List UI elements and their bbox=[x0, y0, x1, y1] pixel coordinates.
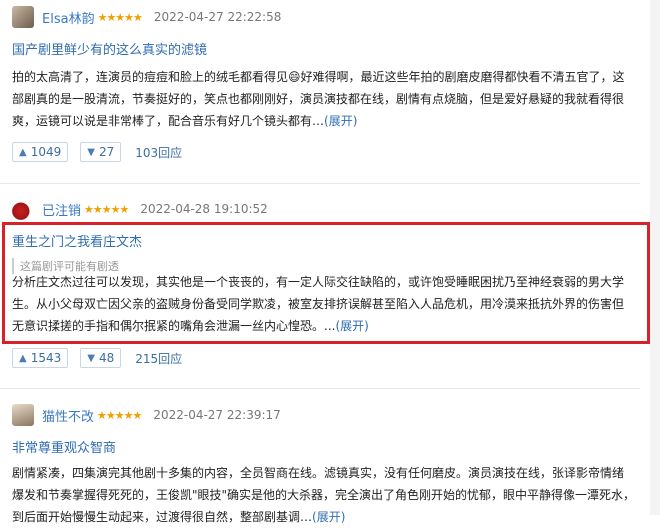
upvote-button[interactable]: ▲ 1049 bbox=[12, 142, 69, 162]
review-line: 部剧真的是一股清流，节奏挺好的，笑点也都刚刚好，演员演技都在线，剧情有点烧脑，但… bbox=[12, 92, 625, 106]
review-date: 2022-04-28 19:10:52 bbox=[140, 202, 268, 216]
username[interactable]: 已注销 bbox=[42, 200, 81, 219]
thumb-up-icon: ▲ bbox=[19, 352, 27, 364]
review-actions: ▲ 1049 ▼ 27 103回应 bbox=[12, 142, 182, 162]
review-line: 生。从小父母双亡因父亲的盗贼身份备受同学欺凌，被室友排挤误解甚至陷入人品危机，用… bbox=[12, 297, 625, 311]
review-line-last: 无意识揉搓的手指和偶尔抿紧的嘴角会泄漏一丝内心惶恐。...(展开) bbox=[12, 315, 637, 337]
review-line: 剧情紧凑，四集演完其他剧十多集的内容，全员智商在线。滤镜真实，没有任何磨皮。演员… bbox=[12, 466, 625, 480]
review-3-header: 猫性不改 ★★★★★ 2022-04-27 22:39:17 bbox=[12, 404, 281, 426]
thumb-up-icon: ▲ bbox=[19, 146, 27, 158]
avatar[interactable] bbox=[12, 6, 34, 28]
reply-link[interactable]: 103回应 bbox=[135, 144, 182, 161]
upvote-count: 1543 bbox=[30, 351, 62, 365]
review-body: 剧情紧凑，四集演完其他剧十多集的内容，全员智商在线。滤镜真实，没有任何磨皮。演员… bbox=[12, 462, 637, 528]
avatar[interactable] bbox=[12, 198, 34, 220]
rating-stars: ★★★★★ bbox=[84, 202, 129, 216]
username[interactable]: 猫性不改 bbox=[42, 406, 94, 425]
review-title[interactable]: 重生之门之我看庄文杰 bbox=[12, 231, 142, 250]
thumb-down-icon: ▼ bbox=[87, 352, 95, 364]
review-body: 拍的太高清了，连演员的痘痘和脸上的绒毛都看得见😄好难得啊，最近这些年拍的剧磨皮磨… bbox=[12, 66, 637, 132]
scrollbar[interactable] bbox=[650, 0, 660, 515]
review-title[interactable]: 非常尊重观众智商 bbox=[12, 437, 116, 456]
review-date: 2022-04-27 22:39:17 bbox=[153, 408, 281, 422]
rating-stars: ★★★★★ bbox=[97, 10, 143, 24]
review-line: 爆发和节奏掌握得死死的，王俊凯"眼技"确实是他的大杀器，完全演出了角色刚开始的忧… bbox=[12, 488, 636, 502]
upvote-button[interactable]: ▲ 1543 bbox=[12, 348, 69, 368]
divider bbox=[0, 388, 640, 389]
divider bbox=[0, 183, 640, 184]
review-1-header: Elsa林韵 ★★★★★ 2022-04-27 22:22:58 bbox=[12, 6, 281, 28]
expand-link[interactable]: (展开) bbox=[324, 114, 357, 128]
review-date: 2022-04-27 22:22:58 bbox=[153, 10, 282, 24]
avatar[interactable] bbox=[12, 404, 34, 426]
downvote-count: 27 bbox=[98, 145, 115, 159]
review-line: 拍的太高清了，连演员的痘痘和脸上的绒毛都看得见😄好难得啊，最近这些年拍的剧磨皮磨… bbox=[12, 70, 625, 84]
downvote-button[interactable]: ▼ 27 bbox=[80, 142, 122, 162]
review-body: 分析庄文杰过往可以发现，其实他是一个丧丧的，有一定人际交往缺陷的，或许饱受睡眠困… bbox=[12, 271, 637, 337]
downvote-count: 48 bbox=[98, 351, 115, 365]
review-line-last: 爽，运镜可以说是非常棒了，配合音乐有好几个镜头都有…(展开) bbox=[12, 110, 637, 132]
review-line-text: 无意识揉搓的手指和偶尔抿紧的嘴角会泄漏一丝内心惶恐。... bbox=[12, 319, 336, 333]
expand-link[interactable]: (展开) bbox=[335, 319, 368, 333]
review-2-header: 已注销 ★★★★★ 2022-04-28 19:10:52 bbox=[12, 198, 268, 220]
username[interactable]: Elsa林韵 bbox=[42, 8, 95, 27]
review-line-text: 到后面开始慢慢生动起来，过渡得很自然，整部剧基调… bbox=[12, 510, 313, 524]
upvote-count: 1049 bbox=[30, 145, 62, 159]
expand-link[interactable]: (展开) bbox=[312, 510, 345, 524]
review-actions: ▲ 1543 ▼ 48 215回应 bbox=[12, 348, 182, 368]
downvote-button[interactable]: ▼ 48 bbox=[80, 348, 122, 368]
reply-link[interactable]: 215回应 bbox=[135, 350, 182, 367]
review-title[interactable]: 国产剧里鲜少有的这么真实的滤镜 bbox=[12, 39, 207, 58]
rating-stars: ★★★★★ bbox=[97, 408, 142, 422]
thumb-down-icon: ▼ bbox=[87, 146, 95, 158]
review-line: 分析庄文杰过往可以发现，其实他是一个丧丧的，有一定人际交往缺陷的，或许饱受睡眠困… bbox=[12, 275, 625, 289]
review-line-last: 到后面开始慢慢生动起来，过渡得很自然，整部剧基调…(展开) bbox=[12, 506, 637, 528]
review-line-text: 爽，运镜可以说是非常棒了，配合音乐有好几个镜头都有… bbox=[12, 114, 325, 128]
